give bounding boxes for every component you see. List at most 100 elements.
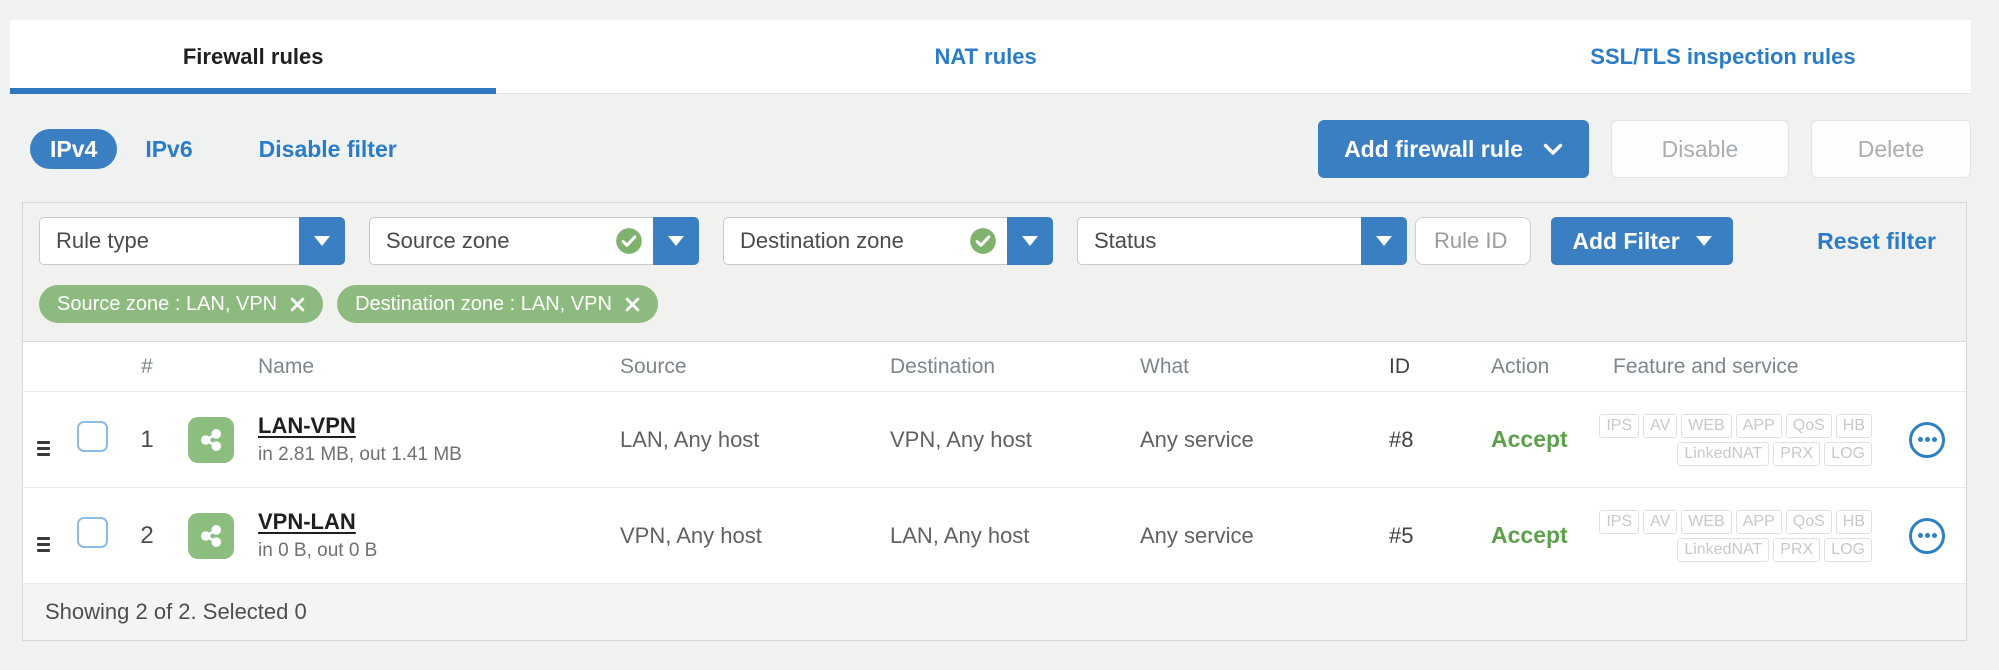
rule-name-cell: VPN-LAN in 0 B, out 0 B bbox=[171, 509, 608, 562]
share-icon bbox=[188, 512, 234, 559]
filter-label: Destination zone bbox=[740, 228, 904, 253]
col-header-id: ID bbox=[1389, 354, 1410, 378]
feature-badge: PRX bbox=[1773, 537, 1821, 562]
rule-number: 1 bbox=[140, 425, 154, 453]
delete-button[interactable]: Delete bbox=[1811, 120, 1971, 178]
source-zone-filter-value: Source zone bbox=[369, 217, 653, 265]
share-icon bbox=[188, 416, 234, 463]
destination-zone-filter-value: Destination zone bbox=[723, 217, 1007, 265]
rule-id: #5 bbox=[1389, 522, 1414, 548]
chip-label: Destination zone : LAN, VPN bbox=[355, 292, 612, 315]
drag-handle-icon[interactable] bbox=[37, 440, 50, 456]
row-checkbox[interactable] bbox=[77, 517, 108, 548]
reset-filter-link[interactable]: Reset filter bbox=[1817, 228, 1936, 255]
close-icon[interactable] bbox=[290, 297, 305, 312]
toolbar-actions: Add firewall rule Disable Delete bbox=[1318, 120, 1971, 178]
rule-what: Any service bbox=[1140, 522, 1254, 548]
table-row: 2 VPN-LAN in 0 B, out 0 B VPN, Any host … bbox=[23, 488, 1966, 584]
ipv4-toggle[interactable]: IPv4 bbox=[30, 129, 118, 169]
rule-what: Any service bbox=[1140, 426, 1254, 452]
tab-firewall-rules[interactable]: Firewall rules bbox=[10, 20, 497, 94]
table-footer: Showing 2 of 2. Selected 0 bbox=[23, 584, 1966, 640]
rule-features: IPS AV WEB APP QoS HB LinkedNAT PRX LOG bbox=[1599, 413, 1888, 466]
source-zone-filter[interactable]: Source zone bbox=[369, 217, 699, 265]
row-count-summary: Showing 2 of 2. Selected 0 bbox=[45, 599, 307, 624]
rule-action: Accept bbox=[1491, 426, 1568, 452]
feature-badge: PRX bbox=[1773, 441, 1821, 466]
rule-destination: LAN, Any host bbox=[890, 522, 1030, 548]
filter-chip-destination-zone[interactable]: Destination zone : LAN, VPN bbox=[337, 285, 658, 323]
feature-badge: AV bbox=[1643, 509, 1678, 534]
col-header-feature: Feature and service bbox=[1613, 354, 1799, 378]
dropdown-arrow-button[interactable] bbox=[1361, 217, 1407, 265]
filter-label: Status bbox=[1094, 228, 1157, 253]
rule-name-link[interactable]: LAN-VPN bbox=[258, 413, 462, 439]
disable-filter-link[interactable]: Disable filter bbox=[259, 136, 397, 163]
dropdown-arrow-button[interactable] bbox=[1007, 217, 1053, 265]
feature-badge: QoS bbox=[1785, 509, 1832, 534]
add-firewall-rule-label: Add firewall rule bbox=[1344, 135, 1523, 162]
toolbar: IPv4 IPv6 Disable filter Add firewall ru… bbox=[30, 120, 1971, 178]
feature-badge: HB bbox=[1835, 509, 1872, 534]
rule-number: 2 bbox=[140, 521, 154, 549]
filter-chip-source-zone[interactable]: Source zone : LAN, VPN bbox=[39, 285, 324, 323]
active-filter-chips: Source zone : LAN, VPN Destination zone … bbox=[39, 285, 1950, 323]
add-firewall-rule-button[interactable]: Add firewall rule bbox=[1318, 120, 1589, 178]
disable-button[interactable]: Disable bbox=[1611, 120, 1789, 178]
feature-badge: APP bbox=[1735, 509, 1782, 534]
rule-tabs: Firewall rules NAT rules SSL/TLS inspect… bbox=[10, 20, 1971, 94]
rule-type-filter[interactable]: Rule type bbox=[39, 217, 345, 265]
ipv6-toggle[interactable]: IPv6 bbox=[145, 136, 192, 163]
caret-down-icon bbox=[314, 236, 330, 246]
caret-down-icon bbox=[1022, 236, 1038, 246]
check-circle-icon bbox=[615, 227, 643, 255]
col-header-what: What bbox=[1140, 354, 1190, 378]
dropdown-arrow-button[interactable] bbox=[299, 217, 345, 265]
filter-label: Rule type bbox=[56, 228, 149, 253]
add-filter-label: Add Filter bbox=[1572, 227, 1680, 254]
rule-name-cell: LAN-VPN in 2.81 MB, out 1.41 MB bbox=[171, 413, 608, 466]
ellipsis-menu-button[interactable] bbox=[1909, 421, 1945, 458]
filter-label: Source zone bbox=[386, 228, 510, 253]
filter-panel: Rule type Source zone Destination zone S… bbox=[23, 203, 1966, 342]
rule-traffic: in 0 B, out 0 B bbox=[258, 540, 378, 561]
rule-source: VPN, Any host bbox=[620, 522, 762, 548]
row-checkbox[interactable] bbox=[77, 421, 108, 452]
firewall-rules-panel: Rule type Source zone Destination zone S… bbox=[22, 202, 1967, 641]
feature-badge: LinkedNAT bbox=[1677, 441, 1770, 466]
add-filter-button[interactable]: Add Filter bbox=[1551, 217, 1733, 265]
caret-down-icon bbox=[668, 236, 684, 246]
rule-features: IPS AV WEB APP QoS HB LinkedNAT PRX LOG bbox=[1599, 509, 1888, 562]
feature-badge: LOG bbox=[1824, 537, 1872, 562]
rule-name-link[interactable]: VPN-LAN bbox=[258, 509, 377, 535]
drag-handle-icon[interactable] bbox=[37, 536, 50, 552]
feature-badge: LOG bbox=[1824, 441, 1872, 466]
rule-type-filter-value: Rule type bbox=[39, 217, 299, 265]
filter-row: Rule type Source zone Destination zone S… bbox=[39, 217, 1950, 265]
chip-label: Source zone : LAN, VPN bbox=[57, 292, 278, 315]
check-circle-icon bbox=[969, 227, 997, 255]
feature-badge: LinkedNAT bbox=[1677, 537, 1770, 562]
ellipsis-menu-button[interactable] bbox=[1909, 517, 1945, 554]
col-header-name: Name bbox=[258, 354, 315, 378]
status-filter[interactable]: Status bbox=[1077, 217, 1407, 265]
dropdown-arrow-button[interactable] bbox=[653, 217, 699, 265]
col-header-destination: Destination bbox=[890, 354, 996, 378]
tab-label: Firewall rules bbox=[182, 43, 324, 69]
col-header-source: Source bbox=[620, 354, 687, 378]
tab-nat-rules[interactable]: NAT rules bbox=[496, 20, 1475, 93]
rule-action: Accept bbox=[1491, 522, 1568, 548]
tab-label: SSL/TLS inspection rules bbox=[1590, 43, 1856, 69]
table-header: # Name Source Destination What ID Action… bbox=[23, 342, 1966, 392]
rule-traffic: in 2.81 MB, out 1.41 MB bbox=[258, 444, 462, 465]
feature-badge: HB bbox=[1835, 413, 1872, 438]
caret-down-icon bbox=[1695, 236, 1712, 246]
col-header-action: Action bbox=[1491, 354, 1550, 378]
rule-id-input[interactable] bbox=[1415, 217, 1531, 265]
feature-badge: APP bbox=[1735, 413, 1782, 438]
feature-badge: WEB bbox=[1681, 509, 1732, 534]
close-icon[interactable] bbox=[625, 297, 640, 312]
destination-zone-filter[interactable]: Destination zone bbox=[723, 217, 1053, 265]
feature-badge: QoS bbox=[1785, 413, 1832, 438]
tab-ssl-tls-inspection-rules[interactable]: SSL/TLS inspection rules bbox=[1475, 20, 1971, 93]
